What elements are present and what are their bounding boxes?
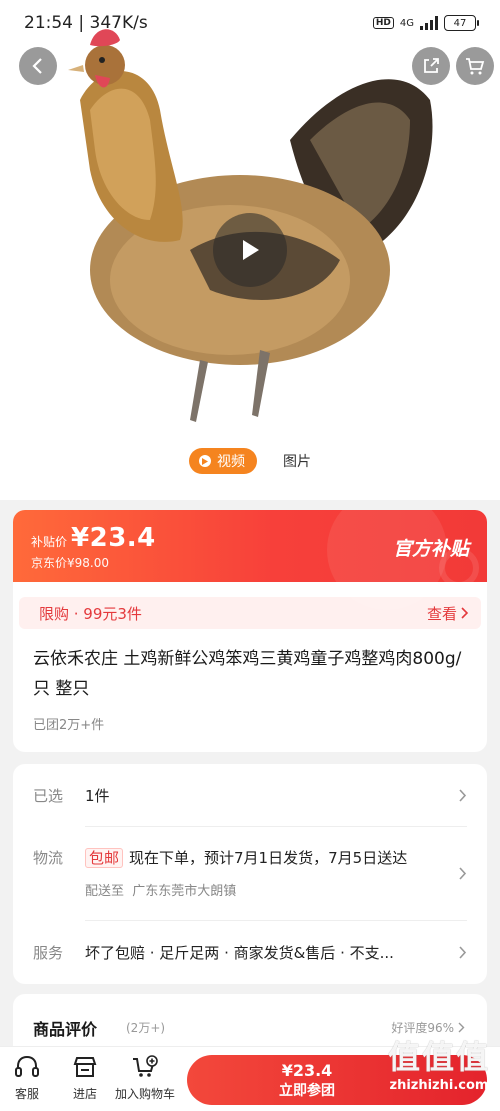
- play-video-button[interactable]: [213, 213, 287, 287]
- network-type: 4G: [399, 17, 414, 29]
- status-time: 21:54 | 347K/s: [24, 13, 148, 33]
- chevron-left-icon: [32, 58, 42, 74]
- ship-address: 广东东莞市大朗镇: [132, 884, 237, 899]
- subsidy-label: 补贴价: [31, 535, 68, 549]
- media-tabs: 视频 图片: [0, 448, 500, 474]
- add-to-cart-button[interactable]: 加入购物车: [115, 1055, 175, 1102]
- watermark-logo: 值值值: [387, 1038, 490, 1076]
- watermark: 值值值 zhizhizhi.com: [388, 1032, 490, 1093]
- selected-row[interactable]: 已选 1件: [33, 785, 467, 806]
- logistics-key: 物流: [33, 849, 64, 867]
- headset-icon: [15, 1055, 39, 1077]
- cart-button[interactable]: [456, 47, 494, 85]
- service-value: 坏了包赔 · 足斤足两 · 商家发货&售后 · 不支...: [85, 944, 394, 962]
- ship-to-label: 配送至: [85, 884, 125, 899]
- price-band: 补贴价 ¥23.4 京东价¥98.00 官方补贴: [13, 510, 487, 610]
- add-to-cart-label: 加入购物车: [115, 1087, 176, 1101]
- share-icon: [424, 58, 439, 73]
- divider: [85, 920, 467, 921]
- buy-price: ¥23.4: [281, 1060, 333, 1080]
- subsidy-price: ¥23.4: [71, 523, 156, 553]
- signal-icon: [420, 16, 438, 30]
- official-subsidy-badge: 官方补贴: [392, 538, 469, 560]
- product-title: 云依禾农庄 土鸡新鲜公鸡笨鸡三黄鸡童子鸡整鸡肉800g/只 整只: [33, 649, 462, 699]
- store-button[interactable]: 进店: [72, 1055, 98, 1102]
- store-label: 进店: [72, 1087, 97, 1101]
- battery-level: 47: [453, 17, 467, 29]
- promo-text: 限购 · 99元3件: [39, 604, 142, 623]
- promo-view-label: 查看: [426, 604, 457, 623]
- chevron-right-icon: [459, 867, 467, 880]
- play-circle-icon: [199, 455, 211, 467]
- customer-service-button[interactable]: 客服: [14, 1055, 40, 1102]
- battery-icon: 47: [444, 15, 479, 31]
- selected-value: 1件: [85, 787, 110, 805]
- chevron-right-icon: [461, 607, 469, 619]
- reviews-title: 商品评价: [33, 1020, 98, 1039]
- info-card: 已选 1件 物流 包邮 现在下单，预计7月1日发货，7月5日送达 配送至 广东东莞…: [13, 764, 487, 984]
- status-bar: 21:54 | 347K/s HD 4G 47: [0, 0, 500, 46]
- back-button[interactable]: [19, 47, 57, 85]
- logistics-value: 现在下单，预计7月1日发货，7月5日送达: [129, 849, 408, 867]
- promo-view-link[interactable]: 查看: [427, 603, 469, 624]
- service-row[interactable]: 服务 坏了包赔 · 足斤足两 · 商家发货&售后 · 不支...: [33, 942, 467, 963]
- service-key: 服务: [33, 944, 64, 962]
- tab-video-label: 视频: [217, 454, 245, 470]
- free-shipping-tag: 包邮: [85, 848, 124, 868]
- chevron-right-icon: [459, 789, 467, 802]
- divider: [85, 826, 467, 827]
- product-image-area[interactable]: 视频 图片: [0, 0, 500, 500]
- price-card: 补贴价 ¥23.4 京东价¥98.00 官方补贴 限购 · 99元3件 查看 云…: [13, 510, 487, 752]
- tab-video[interactable]: 视频: [189, 448, 257, 474]
- logistics-row[interactable]: 物流 包邮 现在下单，预计7月1日发货，7月5日送达 配送至 广东东莞市大朗镇: [33, 847, 467, 899]
- buy-label: 立即参团: [279, 1082, 335, 1099]
- watermark-url: zhizhizhi.com: [389, 1078, 489, 1093]
- sold-count: 已团2万+件: [33, 718, 105, 733]
- selected-key: 已选: [33, 787, 64, 805]
- play-icon: [243, 240, 259, 260]
- cart-add-icon: [133, 1055, 158, 1077]
- cart-icon: [466, 58, 485, 75]
- share-button[interactable]: [412, 47, 450, 85]
- tab-photo[interactable]: 图片: [283, 451, 311, 471]
- reviews-count: (2万+): [126, 1021, 166, 1035]
- status-icons: HD 4G 47: [372, 15, 479, 31]
- chevron-right-icon: [459, 946, 467, 959]
- customer-service-label: 客服: [14, 1087, 39, 1101]
- hd-badge: HD: [372, 17, 394, 29]
- store-icon: [73, 1057, 97, 1077]
